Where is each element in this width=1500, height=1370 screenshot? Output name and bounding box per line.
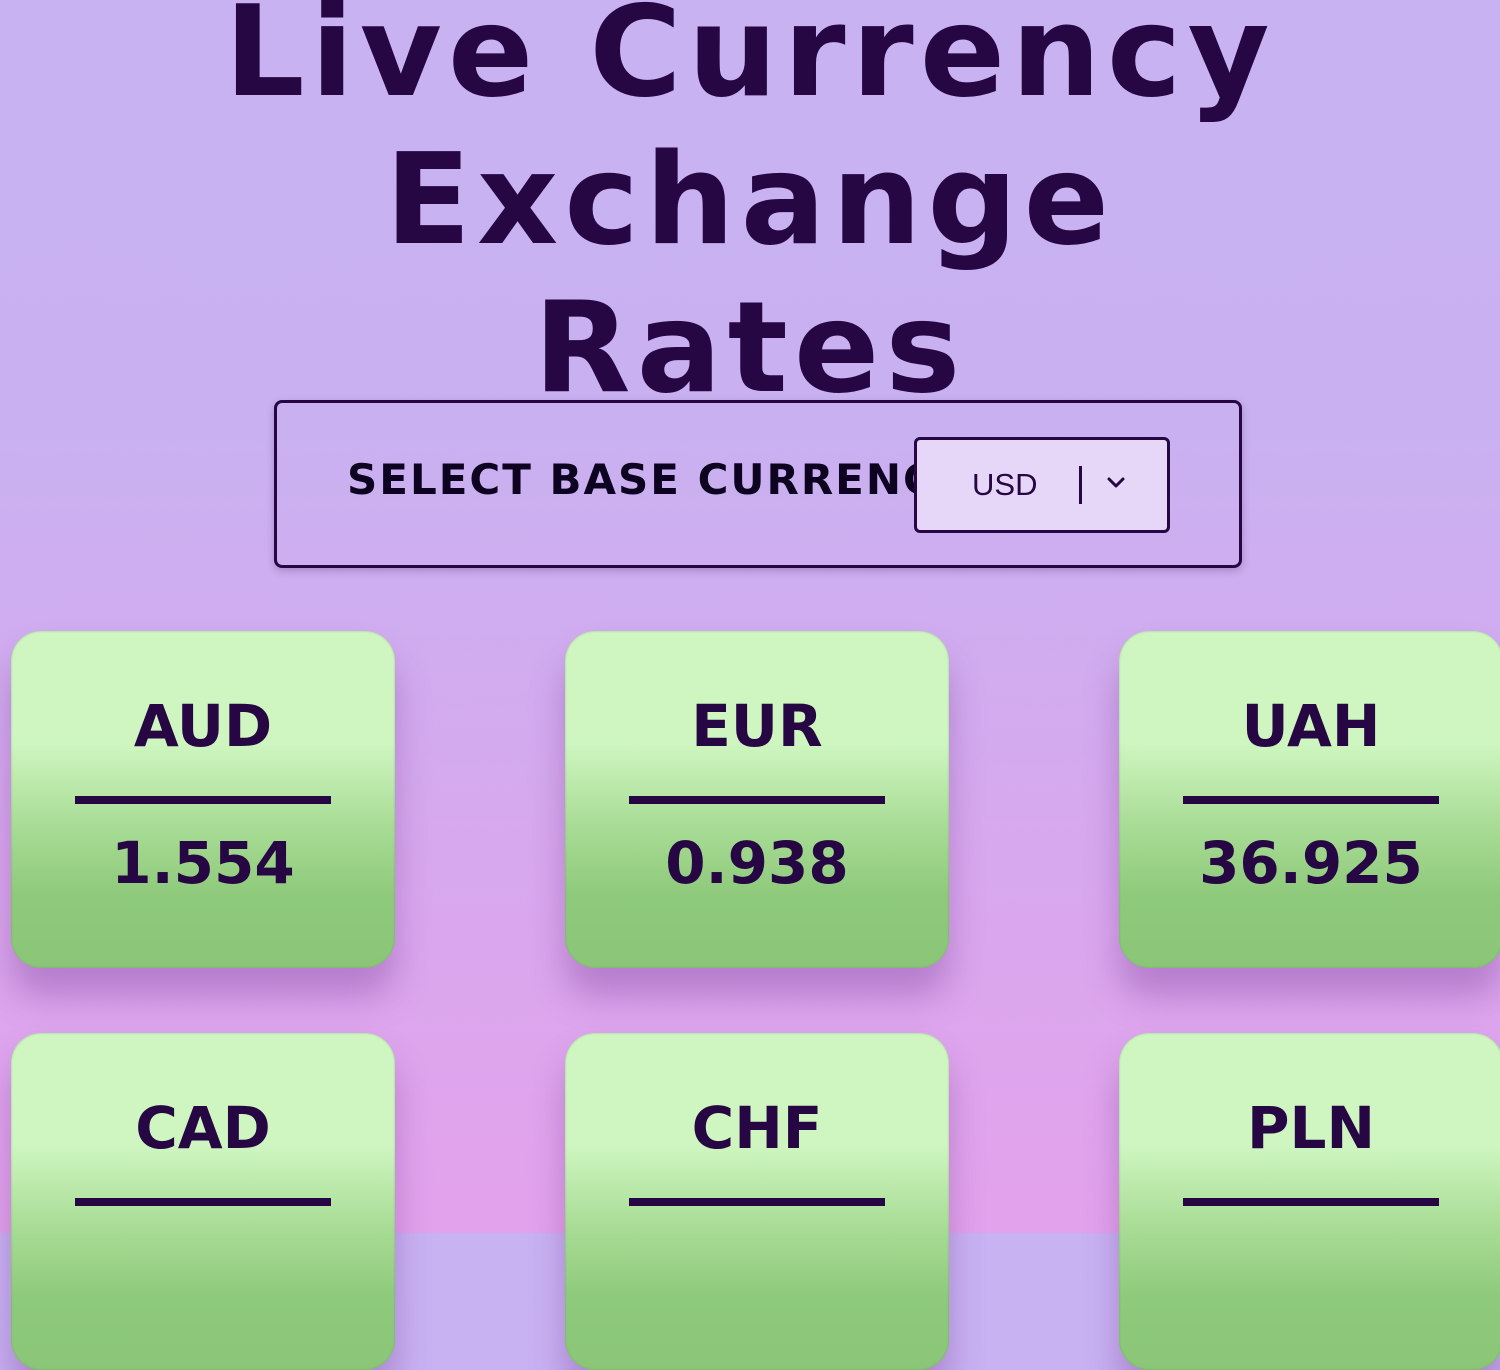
rate-card-aud[interactable]: AUD 1.554 — [11, 631, 395, 968]
currency-code: UAH — [1241, 692, 1381, 760]
rate-card-cad[interactable]: CAD — [11, 1033, 395, 1370]
base-currency-select[interactable]: USD — [914, 437, 1170, 533]
chevron-down-icon[interactable] — [1106, 476, 1126, 490]
base-currency-value: USD — [972, 467, 1038, 502]
card-divider — [1183, 796, 1439, 804]
currency-code: CAD — [135, 1094, 271, 1162]
card-divider — [75, 1198, 331, 1206]
exchange-rate: 36.925 — [1199, 829, 1423, 897]
page-title-line-1: Live Currency Exchange — [224, 0, 1276, 273]
exchange-rate: 0.938 — [665, 829, 849, 897]
base-currency-panel: SELECT BASE CURRENCY: USD — [274, 400, 1242, 568]
currency-code: PLN — [1246, 1094, 1375, 1162]
rate-card-chf[interactable]: CHF — [565, 1033, 949, 1370]
card-divider — [1183, 1198, 1439, 1206]
select-divider — [1079, 466, 1082, 504]
rate-card-eur[interactable]: EUR 0.938 — [565, 631, 949, 968]
card-divider — [629, 796, 885, 804]
base-currency-label: SELECT BASE CURRENCY: — [347, 455, 984, 504]
exchange-rate: 1.554 — [111, 829, 295, 897]
currency-code: CHF — [691, 1094, 823, 1162]
currency-code: AUD — [133, 692, 273, 760]
rate-card-pln[interactable]: PLN — [1119, 1033, 1500, 1370]
currency-code: EUR — [691, 692, 823, 760]
card-divider — [629, 1198, 885, 1206]
rate-card-uah[interactable]: UAH 36.925 — [1119, 631, 1500, 968]
card-divider — [75, 796, 331, 804]
page-title: Live Currency Exchange Rates — [0, 0, 1500, 422]
